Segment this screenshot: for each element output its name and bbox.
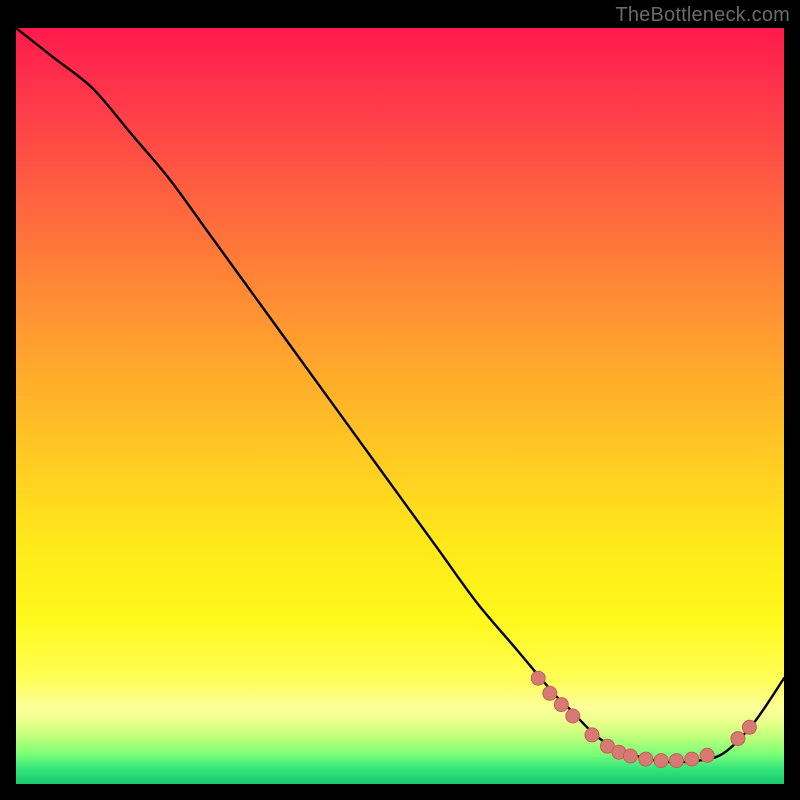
curve-marker	[654, 754, 668, 768]
curve-marker	[543, 686, 557, 700]
curve-marker	[585, 728, 599, 742]
curve-marker	[700, 748, 714, 762]
curve-overlay	[16, 28, 784, 784]
curve-marker	[685, 752, 699, 766]
curve-marker	[639, 752, 653, 766]
curve-marker	[731, 732, 745, 746]
curve-marker	[554, 698, 568, 712]
gradient-plot-area	[16, 28, 784, 784]
curve-marker	[623, 749, 637, 763]
curve-marker	[531, 671, 545, 685]
watermark-text: TheBottleneck.com	[615, 4, 790, 27]
chart-frame: TheBottleneck.com	[0, 0, 800, 800]
curve-marker	[566, 709, 580, 723]
bottleneck-curve	[16, 28, 784, 762]
curve-marker	[670, 754, 684, 768]
curve-marker	[742, 720, 756, 734]
